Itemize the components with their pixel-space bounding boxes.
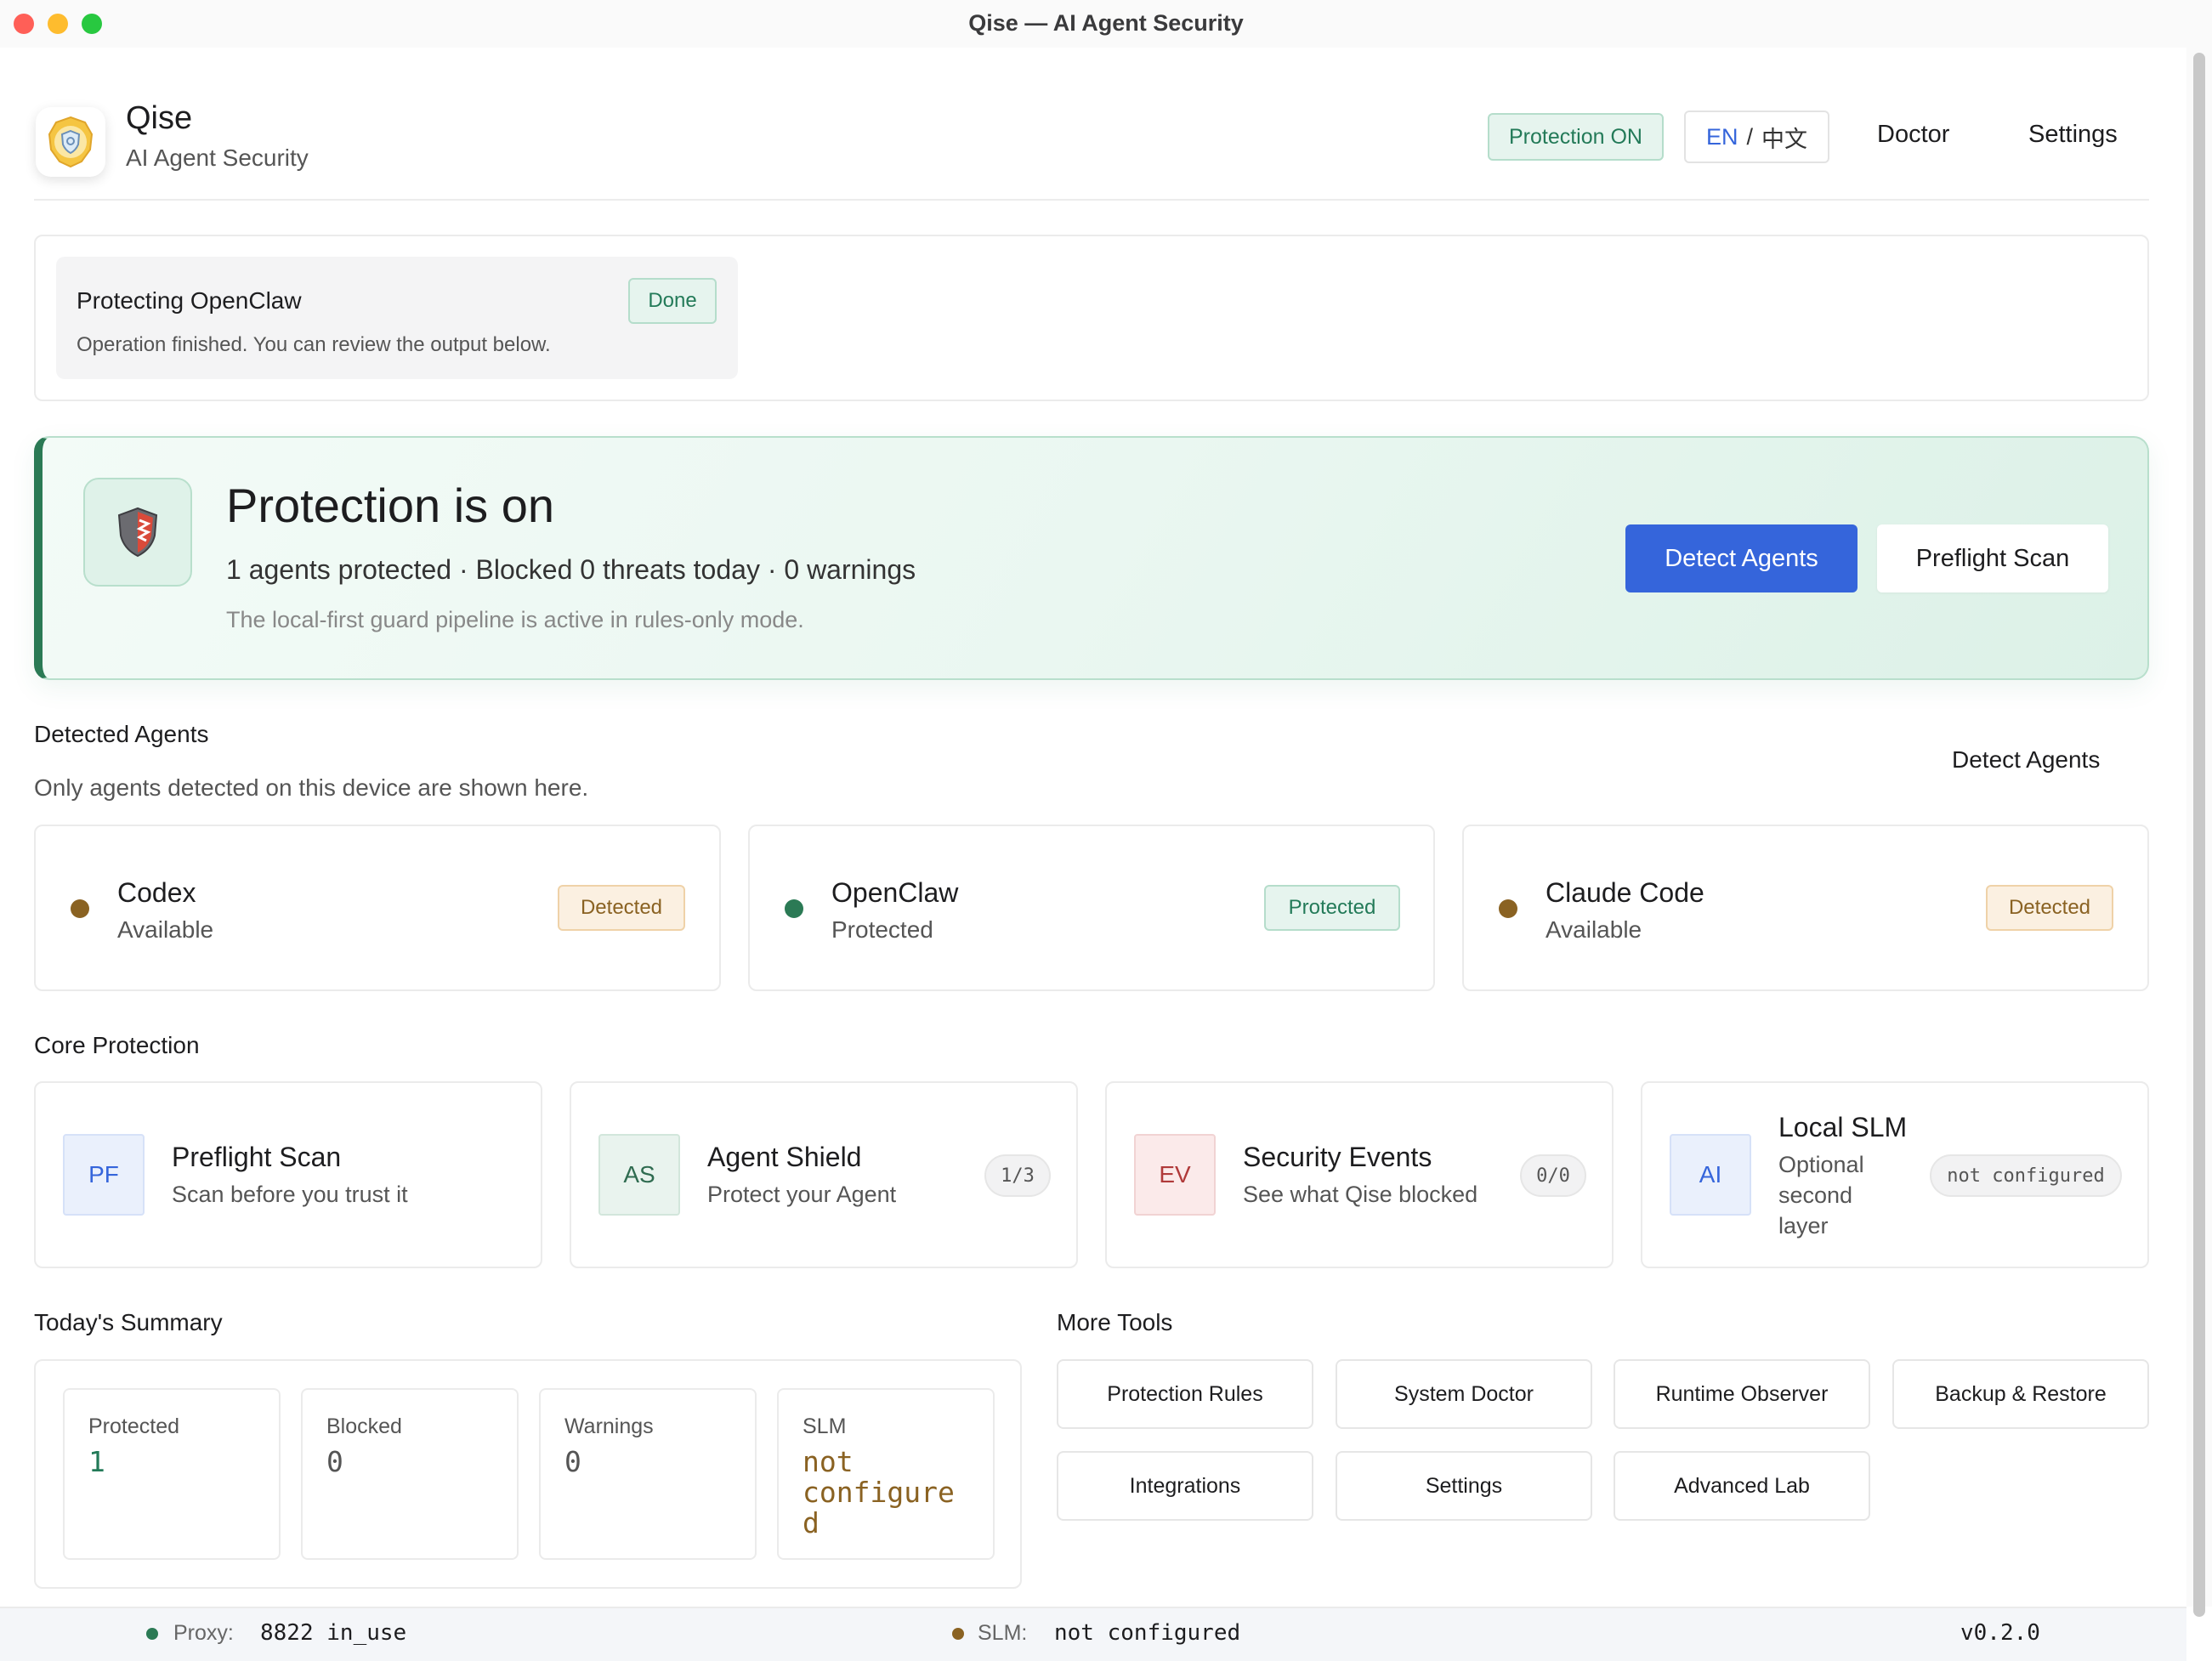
slm-value: not configured [1054,1620,1241,1646]
description-line: layer [1778,1213,1829,1239]
core-card-description: Scan before you trust it [172,1182,408,1207]
proxy-status-dot [146,1628,158,1640]
summary-label: Protected [88,1414,180,1438]
agent-shield-icon: AS [598,1134,680,1216]
description-line: Optional [1778,1152,1864,1177]
agent-status: Protected [831,916,933,943]
system-doctor-button[interactable]: System Doctor [1336,1359,1592,1429]
summary-value: 1 [88,1445,105,1478]
summary-heading: Today's Summary [34,1309,223,1335]
agent-shield-count-pill: 1/3 [984,1154,1051,1197]
summary-label: Warnings [564,1414,654,1438]
summary-value: 0 [326,1445,343,1478]
summary-value: 0 [564,1445,581,1478]
agent-status: Available [1546,916,1642,943]
shield-icon [117,507,158,558]
scrollbar-thumb[interactable] [2193,53,2205,1617]
language-toggle[interactable]: EN / 中文 [1684,111,1829,163]
value-line: not [803,1445,854,1478]
app-subtitle: AI Agent Security [126,145,309,171]
protection-rules-button[interactable]: Protection Rules [1057,1359,1313,1429]
core-card-description: Optional second layer [1778,1149,1864,1241]
core-card-description: See what Qise blocked [1243,1182,1478,1207]
preflight-icon: PF [63,1134,145,1216]
operation-status-badge: Done [628,278,717,324]
proxy-label: Proxy: [173,1621,234,1645]
hero-stats: 1 agents protected · Blocked 0 threats t… [226,554,916,585]
app-name: Qise [126,100,193,136]
detected-agents-subtitle: Only agents detected on this device are … [34,774,589,801]
operation-description: Operation finished. You can review the o… [77,333,551,356]
hero-icon-box [83,478,192,587]
app-logo [36,107,105,177]
protection-status-badge: Protection ON [1488,113,1664,161]
preflight-scan-button[interactable]: Preflight Scan [1877,524,2108,592]
summary-label: Blocked [326,1414,402,1438]
detected-agents-heading: Detected Agents [34,721,209,747]
summary-value: not configure d [803,1447,955,1539]
settings-button[interactable]: Settings [2028,121,2118,149]
core-protection-heading: Core Protection [34,1032,200,1058]
local-slm-status-pill: not configured [1930,1154,2122,1197]
more-tools-heading: More Tools [1057,1309,1173,1335]
window-title: Qise — AI Agent Security [968,10,1244,36]
agent-badge: Detected [558,885,685,931]
core-card-description: Protect your Agent [707,1182,897,1207]
agent-status: Available [117,916,214,943]
operation-title: Protecting OpenClaw [77,287,302,314]
header-divider [34,199,2149,201]
local-slm-icon: AI [1670,1134,1751,1216]
security-events-icon: EV [1134,1134,1216,1216]
core-card-title: Agent Shield [707,1142,862,1172]
agent-badge: Protected [1264,885,1400,931]
value-line: configure [803,1476,955,1509]
detect-agents-link[interactable]: Detect Agents [1952,746,2100,774]
integrations-button[interactable]: Integrations [1057,1451,1313,1521]
language-option-zh[interactable]: 中文 [1761,121,1807,154]
core-card-title: Security Events [1243,1142,1432,1172]
agent-badge: Detected [1986,885,2113,931]
agent-name: OpenClaw [831,877,959,908]
hero-title: Protection is on [226,479,554,532]
agent-status-dot [1499,899,1517,918]
backup-restore-button[interactable]: Backup & Restore [1892,1359,2149,1429]
proxy-value: 8822 in_use [260,1620,407,1646]
value-line: d [803,1506,820,1539]
slm-status-dot [952,1628,964,1640]
shield-badge-icon [48,116,94,168]
doctor-button[interactable]: Doctor [1877,121,1949,149]
agent-status-dot [785,899,803,918]
runtime-observer-button[interactable]: Runtime Observer [1614,1359,1870,1429]
agent-status-dot [71,899,89,918]
agent-name: Codex [117,877,196,908]
core-card-title: Preflight Scan [172,1142,342,1172]
slm-label: SLM: [978,1621,1028,1645]
hero-note: The local-first guard pipeline is active… [226,607,804,632]
version-label: v0.2.0 [1960,1620,2040,1646]
description-line: second [1778,1182,1853,1208]
detect-agents-button[interactable]: Detect Agents [1625,524,1858,592]
language-option-en[interactable]: EN [1706,124,1738,150]
agent-name: Claude Code [1546,877,1704,908]
window-titlebar: Qise — AI Agent Security [0,0,2212,48]
advanced-lab-button[interactable]: Advanced Lab [1614,1451,1870,1521]
language-separator: / [1746,123,1754,150]
security-events-count-pill: 0/0 [1520,1154,1586,1197]
summary-label: SLM [803,1414,847,1438]
core-card-title: Local SLM [1778,1112,1908,1142]
tools-settings-button[interactable]: Settings [1336,1451,1592,1521]
